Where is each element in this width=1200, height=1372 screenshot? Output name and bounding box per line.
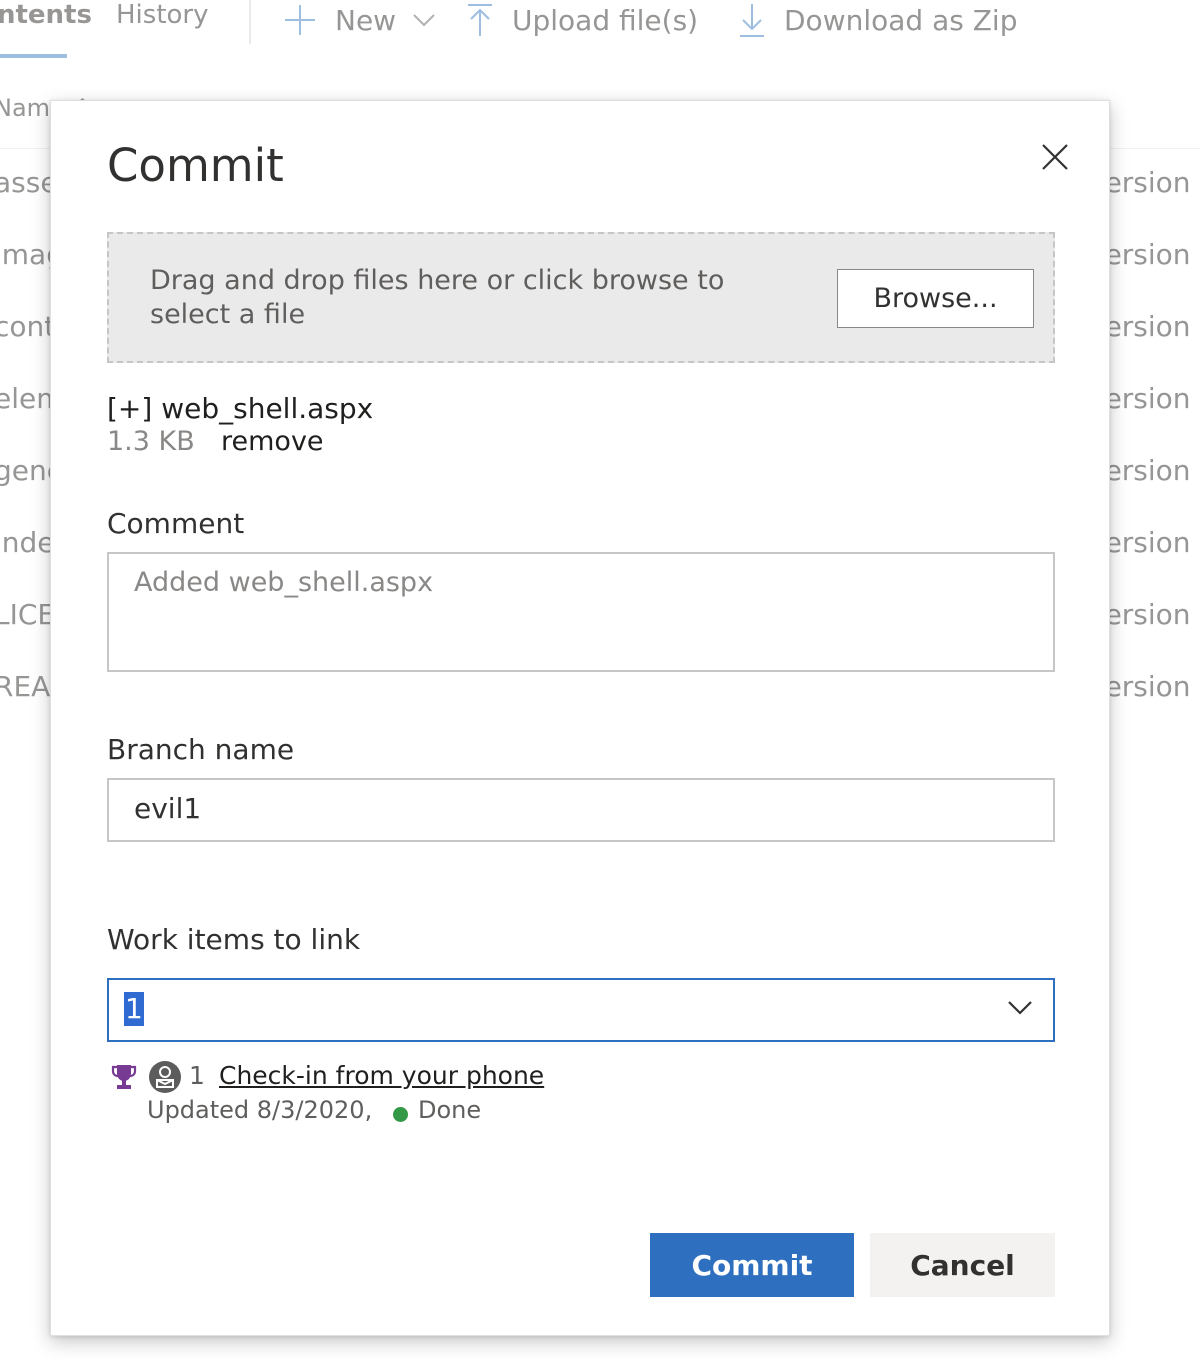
branch-name-label: Branch name bbox=[107, 733, 295, 766]
work-item-title-link[interactable]: Check-in from your phone bbox=[219, 1061, 544, 1090]
status-dot-icon bbox=[393, 1107, 408, 1122]
comment-textarea[interactable]: Added web_shell.aspx bbox=[107, 552, 1055, 672]
branch-name-value: evil1 bbox=[134, 792, 202, 825]
comment-label: Comment bbox=[107, 507, 245, 540]
chevron-down-icon[interactable] bbox=[1007, 994, 1033, 1020]
selected-file-name: [+] web_shell.aspx bbox=[107, 392, 374, 425]
user-avatar-icon bbox=[149, 1061, 181, 1093]
commit-dialog: Commit Drag and drop files here or click… bbox=[50, 100, 1110, 1336]
work-items-input-value: 1 bbox=[124, 992, 144, 1026]
work-items-combobox[interactable]: 1 bbox=[107, 978, 1055, 1042]
cancel-button[interactable]: Cancel bbox=[870, 1233, 1055, 1297]
dialog-title: Commit bbox=[107, 139, 284, 192]
work-items-label: Work items to link bbox=[107, 923, 361, 956]
comment-placeholder: Added web_shell.aspx bbox=[134, 567, 434, 598]
page: Contents History New Upload file(s) Down… bbox=[0, 0, 1200, 1372]
selected-file-size: 1.3 KB bbox=[107, 426, 195, 457]
close-icon[interactable] bbox=[1039, 141, 1071, 173]
work-item-id: 1 bbox=[189, 1061, 205, 1090]
work-item-updated: Updated 8/3/2020, bbox=[147, 1096, 373, 1124]
dropzone-text: Drag and drop files here or click browse… bbox=[150, 265, 725, 330]
commit-button[interactable]: Commit bbox=[650, 1233, 854, 1297]
browse-button[interactable]: Browse... bbox=[837, 269, 1034, 328]
work-item-state: Done bbox=[418, 1096, 482, 1124]
trophy-icon bbox=[111, 1065, 137, 1089]
remove-file-link[interactable]: remove bbox=[221, 426, 324, 457]
file-dropzone[interactable]: Drag and drop files here or click browse… bbox=[107, 232, 1055, 363]
branch-name-input[interactable]: evil1 bbox=[107, 778, 1055, 842]
